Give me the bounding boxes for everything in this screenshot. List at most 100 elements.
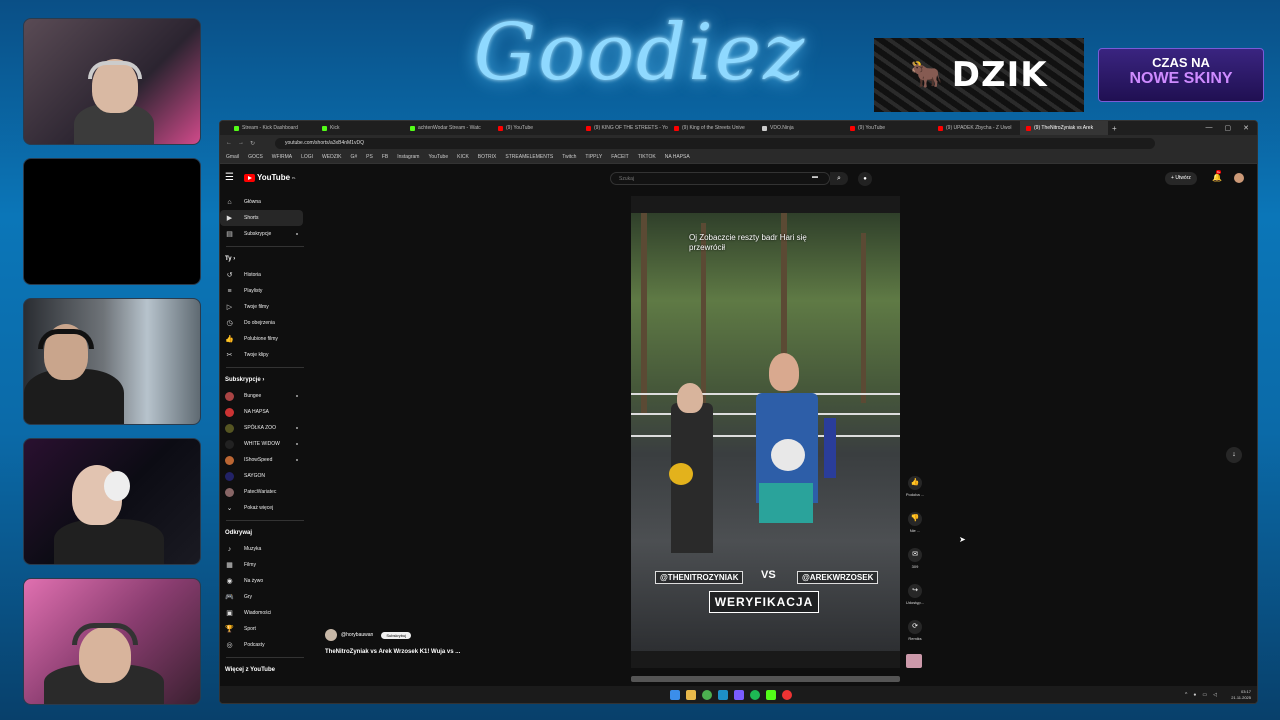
bookmark-item[interactable]: YouTube [428,154,448,160]
sidebar-item-films[interactable]: ▦ Filmy [220,557,310,573]
channel-avatar [225,423,234,433]
obs-icon[interactable] [782,690,792,700]
youtube-logo[interactable]: YouTube PL [244,173,296,182]
file-explorer-icon[interactable] [686,690,696,700]
show-more-button[interactable]: ⌄ Pokaż więcej [220,500,310,516]
clock[interactable]: 03:17 21.11.2025 [1231,689,1251,701]
bell-icon[interactable]: 🔔 9+ [1212,170,1222,182]
sidebar-item-channel[interactable]: IShowSpeed [220,452,310,468]
search-input[interactable]: Szukaj [610,172,830,185]
forward-icon[interactable]: → [238,140,244,146]
short-title[interactable]: TheNitroZyniak vs Arek Wrzosek K1! Wuja … [325,649,460,655]
subscriptions-section-header[interactable]: Subskrypcje › [220,372,310,388]
microphone-icon[interactable]: ● [858,172,872,186]
bookmark-item[interactable]: FB [382,154,388,160]
bookmark-item[interactable]: G# [350,154,357,160]
browser-tab-9-active[interactable]: (9) TheNitroZyniak vs Arek [1020,121,1108,135]
url-field[interactable]: youtube.com/shorts/a3xB4nM1vDQ [275,137,1156,149]
bookmark-item[interactable]: KICK [457,154,469,160]
menu-icon[interactable]: ☰ [225,172,234,183]
sound-thumbnail[interactable] [906,654,922,668]
bookmark-item[interactable]: STREAMELEMENTS [505,154,553,160]
bookmark-item[interactable]: Twitch [562,154,576,160]
next-short-arrow-icon[interactable]: ↓ [1226,447,1242,463]
browser-tab-4[interactable]: (9) KING OF THE STREETS - Yo [580,125,668,131]
bookmark-item[interactable]: NA HAPSA [665,154,690,160]
close-icon[interactable]: ✕ [1243,124,1249,132]
bookmark-item[interactable]: Instagram [397,154,419,160]
channel-name[interactable]: @horybauwan [341,632,373,638]
bookmark-item[interactable]: PS [366,154,373,160]
bookmark-item[interactable]: TIPPLY [585,154,602,160]
browser-tab-2[interactable]: achtenWodar Stream - Watc [404,125,492,131]
sidebar-item-live[interactable]: ◉ Na żywo [220,573,310,589]
kick-icon[interactable] [766,690,776,700]
sidebar-item-podcasts[interactable]: ◎ Podcasty [220,637,310,653]
browser-tab-3[interactable]: (9) YouTube [492,125,580,131]
keyboard-icon[interactable]: ▬ [812,174,818,180]
short-video-player[interactable]: Oj Zobaczcie reszty badr Hari się przewr… [631,213,900,651]
tab-favicon [938,125,943,131]
remix-button[interactable]: ⟳ Remiks [903,620,927,656]
steam-icon[interactable] [718,690,728,700]
browser-tab-7[interactable]: (9) YouTube [844,125,932,131]
bookmark-item[interactable]: GOCS [248,154,263,160]
minimize-icon[interactable]: — [1206,124,1213,132]
share-button[interactable]: ↪ Udostęp... [903,584,927,620]
maximize-icon[interactable]: ▢ [1225,124,1232,132]
sidebar-item-clips[interactable]: ✂ Twoje klipy [220,347,310,363]
sidebar-item-home[interactable]: ⌂ Główna [220,194,310,210]
volume-icon[interactable]: ◁ [1213,692,1217,698]
browser-tab-6[interactable]: VDO.Ninja [756,125,844,131]
sidebar-item-channel[interactable]: Bungee [220,388,310,404]
sidebar-item-sport[interactable]: 🏆 Sport [220,621,310,637]
reload-icon[interactable]: ↻ [250,140,255,147]
browser-tab-8[interactable]: (9) UPADEK Zbycha - Z Uwol [932,125,1020,131]
sidebar-item-gaming[interactable]: 🎮 Gry [220,589,310,605]
chevron-up-icon[interactable]: ^ [1185,692,1187,698]
create-button[interactable]: + Utwórz [1165,172,1197,185]
sidebar-item-channel[interactable]: PatecWariatec [220,484,310,500]
bookmark-item[interactable]: BOTRIX [478,154,497,160]
next-short-preview[interactable] [631,676,900,682]
you-section-header[interactable]: Ty › [220,251,310,267]
sidebar-item-music[interactable]: ♪ Muzyka [220,541,310,557]
sidebar-item-news[interactable]: ▣ Wiadomości [220,605,310,621]
discord-icon[interactable] [734,690,744,700]
sidebar-item-liked[interactable]: 👍 Polubione filmy [220,331,310,347]
sidebar-item-subscriptions[interactable]: ▤ Subskrypcje [220,226,310,242]
new-tab-button[interactable]: + [1112,124,1117,133]
browser-tab-1[interactable]: Kick [316,125,404,131]
sidebar-item-your-videos[interactable]: ▷ Twoje filmy [220,299,310,315]
microphone-icon[interactable]: ● [1193,692,1196,698]
sidebar-item-channel[interactable]: WHITE WIDOW [220,436,310,452]
back-icon[interactable]: ← [226,140,232,146]
search-icon[interactable]: ⌕ [830,172,848,185]
sidebar-item-history[interactable]: ↺ Historia [220,267,310,283]
bookmark-item[interactable]: LOGI [301,154,313,160]
subscribe-button[interactable]: Subskrybuj [381,631,412,639]
sidebar-item-watch-later[interactable]: ◷ Do obejrzenia [220,315,310,331]
network-icon[interactable]: ▭ [1202,692,1207,698]
avatar[interactable] [325,629,337,641]
sidebar-item-channel[interactable]: SAYGON [220,468,310,484]
bookmark-item[interactable]: WEDZIK [322,154,341,160]
bookmark-item[interactable]: TIKTOK [638,154,656,160]
chrome-icon[interactable] [702,690,712,700]
comments-button[interactable]: ✉ 309 [903,548,927,584]
sidebar-item-shorts[interactable]: ▶ Shorts [220,210,303,226]
dislike-button[interactable]: 👎 Nie ... [903,512,927,548]
spotify-icon[interactable] [750,690,760,700]
bookmark-item[interactable]: FACEIT [611,154,629,160]
browser-tab-0[interactable]: Stream - Kick Dashboard [228,125,316,131]
sidebar-item-channel[interactable]: NA HAPSA [220,404,310,420]
like-button[interactable]: 👍 Podoba ... [903,476,927,512]
avatar[interactable] [1234,173,1244,183]
bookmark-item[interactable]: Gmail [226,154,239,160]
browser-tab-5[interactable]: (9) King of the Streets Unive [668,125,756,131]
windows-start-icon[interactable] [670,690,680,700]
sidebar-item-playlists[interactable]: ≡ Playlisty [220,283,310,299]
sidebar-item-channel[interactable]: SPÓŁKA ZOO [220,420,310,436]
bookmark-item[interactable]: WFIRMA [272,154,292,160]
chevron-down-icon: ⌄ [226,505,233,512]
